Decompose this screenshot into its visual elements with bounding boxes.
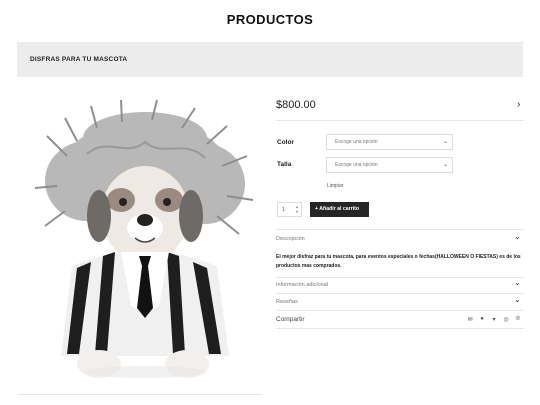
chevron-down-icon[interactable]: ⌄: [514, 278, 521, 287]
category-banner: DISFRAS PARA TU MASCOTA: [17, 42, 523, 77]
color-select[interactable]: Escoge una opción ⌄: [326, 134, 453, 150]
facebook-icon[interactable]: ●: [478, 315, 486, 323]
add-to-cart-button[interactable]: + Añadir al carrito: [310, 202, 369, 217]
divider: [276, 310, 524, 311]
clear-options-link[interactable]: Limpiar: [327, 183, 343, 189]
divider: [276, 328, 524, 329]
chevron-down-icon: ⌄: [442, 139, 448, 145]
share-label: Compartir: [276, 316, 305, 323]
chevron-down-icon: ⌄: [442, 162, 448, 168]
page-title: PRODUCTOS: [226, 12, 314, 27]
option-label-size: Talla: [277, 161, 292, 168]
add-to-cart-label: Añadir al carrito: [319, 206, 360, 212]
pinterest-icon[interactable]: ℗: [514, 315, 522, 323]
chevron-down-icon[interactable]: ⌄: [514, 232, 521, 241]
divider: [276, 229, 524, 230]
option-label-color: Color: [277, 139, 294, 146]
chevron-down-icon[interactable]: ⌄: [514, 295, 521, 304]
color-select-value: Escoge una opción: [335, 139, 378, 145]
product-price: $800.00: [276, 99, 316, 111]
next-product-arrow-icon[interactable]: ›: [517, 99, 520, 110]
banner-title: DISFRAS PARA TU MASCOTA: [30, 56, 128, 63]
stepper-arrows-icon[interactable]: ▴ ▾: [296, 204, 298, 214]
divider: [276, 293, 524, 294]
quantity-stepper[interactable]: 1 ▴ ▾: [277, 202, 302, 217]
accordion-description-label[interactable]: Descripción: [276, 236, 305, 242]
divider: [276, 120, 524, 121]
product-image[interactable]: [17, 96, 263, 390]
size-select-value: Escoge una opción: [335, 162, 378, 168]
share-icons: ✉ ● ▾ ◎ ℗: [466, 315, 522, 323]
plus-icon: +: [315, 206, 319, 212]
description-text: El mejor disfraz para tu mascota, para e…: [276, 254, 521, 269]
instagram-icon[interactable]: ◎: [502, 315, 510, 323]
accordion-reviews-label[interactable]: Reseñas: [276, 299, 298, 305]
image-divider: [17, 394, 263, 395]
divider: [276, 277, 524, 278]
quantity-value: 1: [282, 207, 286, 213]
twitter-icon[interactable]: ▾: [490, 315, 498, 323]
mail-icon[interactable]: ✉: [466, 315, 474, 323]
size-select[interactable]: Escoge una opción ⌄: [326, 157, 453, 173]
accordion-additional-info-label[interactable]: Información adicional: [276, 282, 328, 288]
